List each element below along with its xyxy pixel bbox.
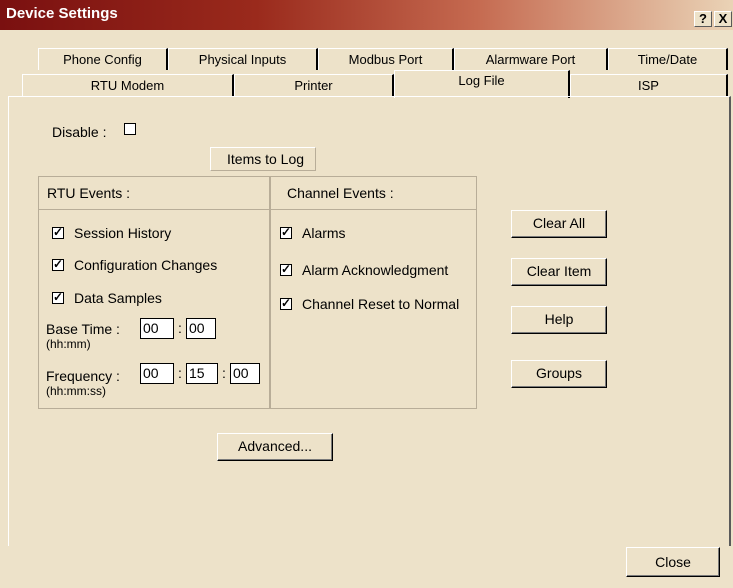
base-time-colon: : (178, 320, 182, 336)
session-history-label: Session History (74, 225, 172, 241)
title-bar[interactable]: Device Settings ? X (0, 0, 733, 30)
alarm-acknowledgment-label: Alarm Acknowledgment (302, 262, 449, 278)
frequency-colon-1: : (178, 365, 182, 381)
help-button[interactable]: Help (511, 306, 607, 334)
frequency-minutes-input[interactable]: 15 (186, 363, 218, 384)
base-time-format-hint: (hh:mm) (46, 337, 91, 351)
close-title-button[interactable]: X (714, 11, 732, 27)
channel-events-group: Channel Events : (270, 176, 477, 409)
base-time-minutes-input[interactable]: 00 (186, 318, 216, 339)
tab-isp[interactable]: ISP (570, 74, 728, 96)
tab-alarmware-port[interactable]: Alarmware Port (454, 48, 608, 70)
data-samples-checkbox[interactable]: ✓ (52, 290, 64, 304)
disable-checkbox[interactable] (124, 123, 136, 135)
configuration-changes-label: Configuration Changes (74, 257, 218, 273)
window-title: Device Settings (6, 5, 118, 22)
close-icon: X (718, 11, 728, 26)
channel-events-title: Channel Events : (287, 185, 394, 201)
checkmark-icon: ✓ (53, 290, 64, 304)
tab-rtu-modem[interactable]: RTU Modem (22, 74, 234, 96)
alarms-label: Alarms (302, 225, 346, 241)
alarms-checkbox[interactable]: ✓ (280, 225, 292, 239)
frequency-seconds-input[interactable]: 00 (230, 363, 260, 384)
question-icon: ? (699, 11, 707, 26)
tab-modbus-port[interactable]: Modbus Port (318, 48, 454, 70)
frequency-label: Frequency : (46, 368, 120, 384)
checkmark-icon: ✓ (53, 225, 64, 239)
configuration-changes-checkbox[interactable]: ✓ (52, 257, 64, 271)
data-samples-label: Data Samples (74, 290, 162, 306)
tab-physical-inputs[interactable]: Physical Inputs (168, 48, 318, 70)
rtu-events-title: RTU Events : (47, 185, 130, 201)
close-button[interactable]: Close (626, 547, 720, 577)
channel-reset-checkbox[interactable]: ✓ (280, 296, 292, 310)
channel-reset-label: Channel Reset to Normal (302, 296, 460, 312)
channel-events-header: Channel Events : (271, 177, 476, 210)
tab-log-file[interactable]: Log File (394, 70, 570, 98)
items-to-log-label: Items to Log (227, 151, 305, 167)
checkmark-icon: ✓ (281, 296, 292, 310)
session-history-checkbox[interactable]: ✓ (52, 225, 64, 239)
disable-label: Disable : (52, 124, 107, 140)
alarm-acknowledgment-checkbox[interactable]: ✓ (280, 262, 292, 276)
groups-button[interactable]: Groups (511, 360, 607, 388)
device-settings-dialog: Device Settings ? X Phone Config Physica… (0, 0, 733, 588)
checkmark-icon: ✓ (53, 257, 64, 271)
tab-phone-config[interactable]: Phone Config (38, 48, 168, 70)
checkmark-icon: ✓ (281, 262, 292, 276)
frequency-colon-2: : (222, 365, 226, 381)
tab-time-date[interactable]: Time/Date (608, 48, 728, 70)
clear-item-button[interactable]: Clear Item (511, 258, 607, 286)
advanced-button[interactable]: Advanced... (217, 433, 333, 461)
items-to-log-box: Items to Log (210, 147, 316, 171)
frequency-format-hint: (hh:mm:ss) (46, 384, 106, 398)
tab-printer[interactable]: Printer (234, 74, 394, 96)
base-time-hours-input[interactable]: 00 (140, 318, 174, 339)
checkmark-icon: ✓ (281, 225, 292, 239)
rtu-events-header: RTU Events : (39, 177, 269, 210)
help-title-button[interactable]: ? (694, 11, 712, 27)
base-time-label: Base Time : (46, 321, 120, 337)
clear-all-button[interactable]: Clear All (511, 210, 607, 238)
frequency-hours-input[interactable]: 00 (140, 363, 174, 384)
